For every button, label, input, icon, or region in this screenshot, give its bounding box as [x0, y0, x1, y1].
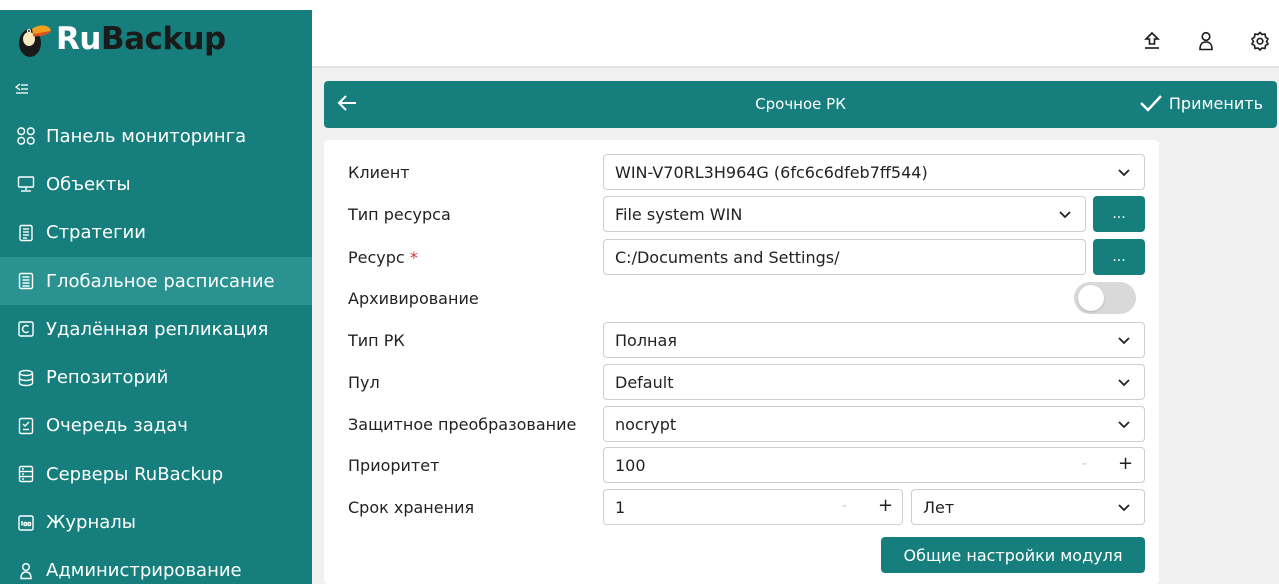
chevron-down-icon	[1118, 337, 1130, 345]
retention-stepper[interactable]: 1 - +	[603, 489, 903, 525]
sidebar-item-label: Очередь задач	[46, 415, 188, 437]
retention-increment-button[interactable]: +	[878, 495, 893, 516]
client-label: Клиент	[348, 163, 410, 182]
document-icon	[15, 222, 37, 244]
resource-value: C:/Documents and Settings/	[615, 247, 840, 267]
retention-unit-select[interactable]: Лет	[911, 489, 1145, 525]
replication-icon	[15, 318, 37, 340]
pool-select[interactable]: Default	[603, 364, 1145, 400]
toucan-logo-icon	[14, 19, 52, 59]
resource-type-options-button[interactable]: ...	[1093, 196, 1145, 232]
priority-value: 100	[615, 455, 646, 475]
sidebar-item-repository[interactable]: Репозиторий	[0, 353, 312, 401]
protection-select[interactable]: nocrypt	[603, 406, 1145, 442]
pool-value: Default	[615, 372, 674, 392]
checkmark-icon	[1140, 95, 1162, 112]
required-marker: *	[409, 248, 418, 267]
sidebar-item-label: Удалённая репликация	[46, 318, 269, 340]
sidebar-item-administration[interactable]: Администрирование	[0, 547, 312, 584]
client-select[interactable]: WIN-V70RL3H964G (6fc6c6dfeb7ff544)	[603, 154, 1145, 190]
settings-icon[interactable]	[1250, 30, 1270, 52]
top-header	[312, 10, 1279, 68]
sidebar-item-label: Стратегии	[46, 222, 146, 244]
client-value: WIN-V70RL3H964G (6fc6c6dfeb7ff544)	[615, 162, 928, 182]
log-icon	[15, 512, 37, 534]
logo-text: RuBackup	[56, 21, 226, 57]
database-icon	[15, 367, 37, 389]
user-icon[interactable]	[1196, 30, 1216, 52]
resource-type-label: Тип ресурса	[348, 205, 451, 224]
toggle-knob	[1078, 285, 1104, 311]
apply-button[interactable]: Применить	[1139, 93, 1263, 113]
sidebar-item-label: Панель мониторинга	[46, 125, 247, 147]
resource-label: Ресурс *	[348, 248, 418, 267]
app-window: RuBackup Панель мониторинга Объекты Стра…	[0, 0, 1279, 584]
resource-type-select[interactable]: File system WIN	[603, 196, 1086, 232]
protection-label: Защитное преобразование	[348, 415, 577, 434]
monitor-icon	[15, 173, 37, 195]
general-module-settings-button[interactable]: Общие настройки модуля	[881, 537, 1145, 573]
sidebar: RuBackup Панель мониторинга Объекты Стра…	[0, 10, 312, 584]
task-queue-icon	[15, 415, 37, 437]
page-title: Срочное РК	[755, 95, 846, 113]
archive-label: Архивирование	[348, 289, 479, 308]
pool-label: Пул	[348, 373, 380, 392]
resource-input[interactable]: C:/Documents and Settings/	[603, 239, 1086, 275]
sidebar-item-label: Серверы RuBackup	[46, 463, 224, 485]
protection-value: nocrypt	[615, 414, 677, 434]
sidebar-item-strategies[interactable]: Стратегии	[0, 209, 312, 257]
backup-form: Клиент WIN-V70RL3H964G (6fc6c6dfeb7ff544…	[324, 140, 1159, 584]
dashboard-icon	[15, 125, 37, 147]
backup-type-value: Полная	[615, 330, 677, 350]
backup-type-label: Тип РК	[348, 331, 405, 350]
sidebar-item-label: Объекты	[46, 173, 131, 195]
chevron-down-icon	[1059, 211, 1071, 219]
chevron-down-icon	[1118, 169, 1130, 177]
priority-increment-button[interactable]: +	[1118, 453, 1133, 474]
retention-decrement-button[interactable]: -	[842, 498, 847, 514]
retention-label: Срок хранения	[348, 498, 475, 517]
collapse-menu-icon[interactable]	[14, 81, 29, 99]
resource-browse-button[interactable]: ...	[1093, 239, 1145, 275]
retention-unit-value: Лет	[923, 497, 955, 517]
admin-user-icon	[15, 560, 37, 582]
sidebar-item-remote-replication[interactable]: Удалённая репликация	[0, 305, 312, 353]
resource-label-text: Ресурс	[348, 248, 405, 267]
sidebar-nav: Панель мониторинга Объекты Стратегии Гло…	[0, 112, 312, 584]
upload-icon[interactable]	[1142, 30, 1162, 52]
panel-header: Срочное РК Применить	[324, 81, 1277, 128]
apply-label: Применить	[1168, 93, 1263, 113]
sidebar-item-monitoring[interactable]: Панель мониторинга	[0, 112, 312, 160]
sidebar-item-logs[interactable]: Журналы	[0, 498, 312, 546]
archive-toggle[interactable]	[1074, 282, 1136, 314]
sidebar-item-label: Репозиторий	[46, 367, 169, 389]
sidebar-item-label: Глобальное расписание	[46, 270, 275, 292]
sidebar-item-task-queue[interactable]: Очередь задач	[0, 402, 312, 450]
priority-stepper[interactable]: 100 - +	[603, 447, 1145, 483]
sidebar-item-global-schedule[interactable]: Глобальное расписание	[0, 256, 312, 306]
priority-decrement-button[interactable]: -	[1082, 456, 1087, 472]
priority-label: Приоритет	[348, 456, 440, 475]
sidebar-item-label: Администрирование	[46, 560, 242, 582]
schedule-icon	[15, 270, 37, 292]
backup-type-select[interactable]: Полная	[603, 322, 1145, 358]
sidebar-item-servers[interactable]: Серверы RuBackup	[0, 450, 312, 498]
resource-type-value: File system WIN	[615, 204, 743, 224]
collapse-sidebar-button[interactable]	[0, 68, 312, 112]
chevron-down-icon	[1118, 504, 1130, 512]
sidebar-item-label: Журналы	[46, 512, 136, 534]
logo[interactable]: RuBackup	[0, 10, 312, 68]
sidebar-item-objects[interactable]: Объекты	[0, 160, 312, 208]
chevron-down-icon	[1118, 379, 1130, 387]
server-icon	[15, 463, 37, 485]
chevron-down-icon	[1118, 421, 1130, 429]
retention-value: 1	[615, 497, 626, 517]
